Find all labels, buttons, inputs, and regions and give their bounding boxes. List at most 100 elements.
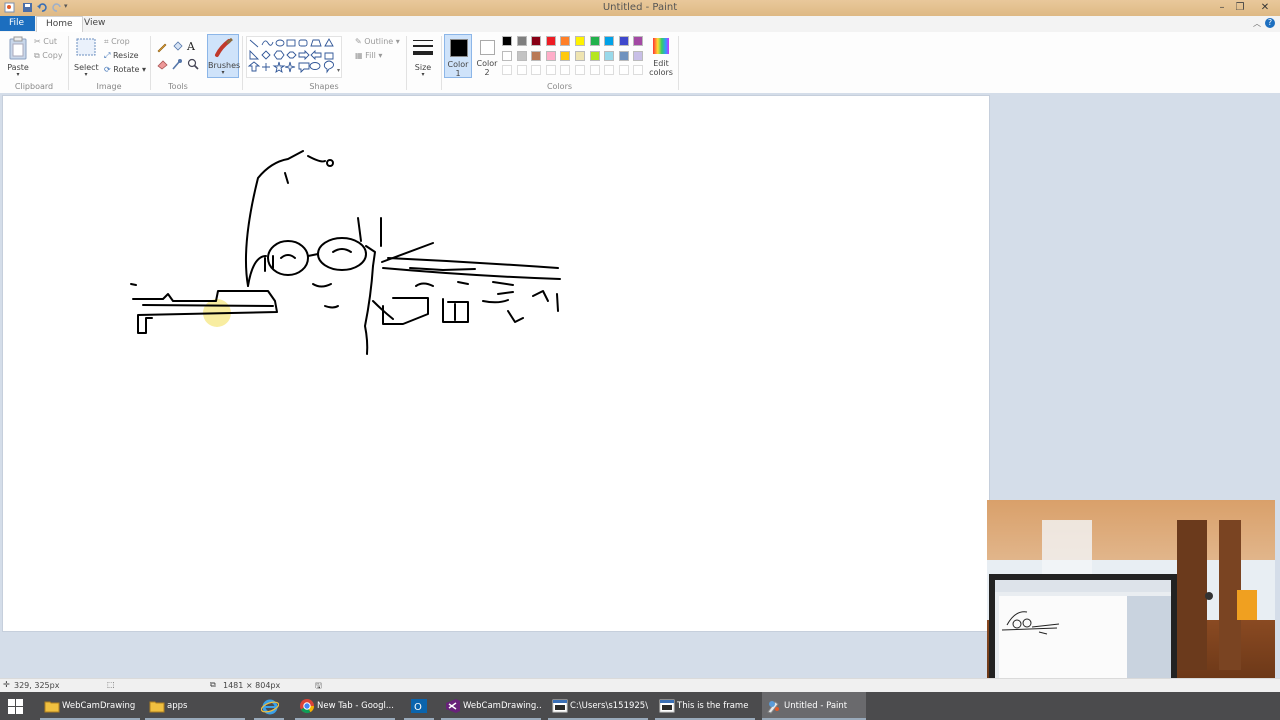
- resize-label: Resize: [112, 51, 139, 60]
- taskbar-item-label: Untitled - Paint: [784, 701, 848, 711]
- taskbar-item[interactable]: WebCamDrawing...: [441, 692, 541, 720]
- internet-explorer-icon: [260, 698, 280, 715]
- palette-swatch[interactable]: [633, 50, 644, 61]
- chevron-down-icon: ▾: [142, 65, 147, 74]
- chevron-down-icon: ▾: [221, 69, 225, 76]
- custom-color-slot[interactable]: [531, 65, 542, 75]
- palette-swatch[interactable]: [502, 36, 512, 46]
- clipboard-group-label: Clipboard: [14, 82, 54, 91]
- copy-label: Copy: [42, 51, 63, 60]
- start-button[interactable]: [0, 692, 32, 720]
- taskbar-item[interactable]: This is the frame: [655, 692, 755, 720]
- custom-color-slot[interactable]: [589, 65, 600, 75]
- palette-swatch[interactable]: [516, 50, 527, 61]
- chevron-up-icon[interactable]: ︿: [1253, 18, 1261, 29]
- chevron-down-icon: ▾: [16, 71, 20, 78]
- custom-color-slot[interactable]: [575, 65, 585, 75]
- outline-button[interactable]: ✎ Outline ▾: [355, 37, 400, 46]
- tab-file[interactable]: File: [0, 16, 35, 31]
- ribbon: Paste ▾ ✂ Cut ⧉ Copy Clipboard Select ▾ …: [0, 32, 1280, 94]
- palette-swatch[interactable]: [633, 36, 644, 46]
- taskbar: WebCamDrawing apps New Tab - Googl... O WebC…: [0, 692, 1280, 720]
- taskbar-item-label: apps: [167, 701, 188, 711]
- outline-icon: ✎: [355, 37, 362, 46]
- taskbar-item[interactable]: New Tab - Googl...: [295, 692, 395, 720]
- color-wheel-icon: [653, 38, 669, 54]
- taskbar-item[interactable]: C:\Users\s151925\...: [548, 692, 648, 720]
- canvas-size-icon: ⧉: [210, 680, 216, 689]
- fill-button[interactable]: ▦ Fill ▾: [355, 51, 382, 60]
- taskbar-item[interactable]: WebCamDrawing: [40, 692, 140, 720]
- palette-swatch[interactable]: [589, 50, 600, 61]
- shapes-gallery-icons: ▾: [247, 38, 340, 74]
- taskbar-item-label: New Tab - Googl...: [317, 701, 394, 711]
- brushes-button[interactable]: Brushes ▾: [207, 34, 240, 78]
- color1-button[interactable]: Color 1: [444, 34, 472, 78]
- palette-swatch[interactable]: [604, 50, 615, 61]
- palette-swatch[interactable]: [560, 50, 571, 61]
- help-icon[interactable]: ?: [1265, 18, 1275, 28]
- palette-swatch[interactable]: [618, 36, 629, 46]
- palette-swatch[interactable]: [575, 36, 585, 46]
- palette-swatch[interactable]: [545, 50, 556, 61]
- taskbar-item[interactable]: Untitled - Paint: [762, 692, 866, 720]
- color-picker-icon[interactable]: [171, 58, 183, 70]
- palette-swatch[interactable]: [604, 36, 615, 46]
- fill-icon: ▦: [355, 51, 363, 60]
- magnifier-icon[interactable]: [187, 58, 199, 70]
- resize-button[interactable]: ⤢ Resize: [104, 51, 139, 61]
- custom-color-slot[interactable]: [604, 65, 615, 75]
- console-window-icon: [659, 698, 675, 714]
- edit-colors-button[interactable]: Edit colors: [648, 34, 674, 78]
- paste-button[interactable]: Paste ▾: [6, 36, 30, 78]
- chevron-down-icon: ▾: [84, 71, 88, 78]
- taskbar-item[interactable]: [254, 692, 284, 720]
- minimize-icon[interactable]: –: [1214, 1, 1230, 14]
- eraser-icon[interactable]: [156, 58, 168, 70]
- color2-button[interactable]: Color 2: [475, 34, 499, 78]
- copy-button[interactable]: ⧉ Copy: [34, 51, 63, 61]
- palette-swatch[interactable]: [545, 36, 556, 46]
- tab-view[interactable]: View: [75, 16, 114, 31]
- pencil-icon[interactable]: [156, 41, 168, 53]
- cut-button[interactable]: ✂ Cut: [34, 37, 57, 46]
- chevron-down-icon: ▾: [378, 51, 383, 60]
- paint-icon: [766, 698, 782, 714]
- rotate-button[interactable]: ⟳ Rotate ▾: [104, 65, 146, 74]
- custom-color-slot[interactable]: [516, 65, 527, 75]
- size-button[interactable]: Size ▾: [410, 36, 436, 78]
- taskbar-item[interactable]: apps: [145, 692, 245, 720]
- crop-button[interactable]: ⌗ Crop: [104, 37, 130, 47]
- close-icon[interactable]: ✕: [1254, 1, 1276, 14]
- custom-color-slot[interactable]: [560, 65, 571, 75]
- custom-color-slot[interactable]: [502, 65, 512, 75]
- group-divider: [678, 36, 679, 90]
- fill-label: Fill: [365, 51, 376, 60]
- restore-icon[interactable]: ❐: [1232, 1, 1248, 14]
- drawing-canvas[interactable]: [3, 96, 989, 631]
- window-title: Untitled - Paint: [602, 2, 678, 13]
- brush-icon: [215, 37, 233, 57]
- title-bar: ▾ Untitled - Paint – ❐ ✕: [0, 0, 1280, 16]
- palette-swatch[interactable]: [531, 50, 542, 61]
- palette-swatch[interactable]: [589, 36, 600, 46]
- chevron-down-icon: ▾: [421, 71, 425, 78]
- cursor-position: 329, 325px: [14, 681, 60, 690]
- palette-swatch[interactable]: [502, 50, 512, 61]
- palette-swatch[interactable]: [575, 50, 585, 61]
- palette-swatch[interactable]: [560, 36, 571, 46]
- palette-swatch[interactable]: [618, 50, 629, 61]
- taskbar-item[interactable]: O: [404, 692, 434, 720]
- palette-swatch[interactable]: [531, 36, 542, 46]
- fill-bucket-icon[interactable]: [171, 41, 183, 53]
- windows-logo-icon: [8, 699, 23, 714]
- scissors-icon: ✂: [34, 37, 41, 46]
- custom-color-slot[interactable]: [633, 65, 644, 75]
- color1-swatch: [450, 39, 468, 57]
- custom-color-slot[interactable]: [618, 65, 629, 75]
- text-tool-icon[interactable]: A: [187, 40, 195, 53]
- shapes-gallery[interactable]: ▾: [246, 36, 342, 78]
- custom-color-slot[interactable]: [545, 65, 556, 75]
- palette-swatch[interactable]: [516, 36, 527, 46]
- select-button[interactable]: Select ▾: [74, 36, 99, 78]
